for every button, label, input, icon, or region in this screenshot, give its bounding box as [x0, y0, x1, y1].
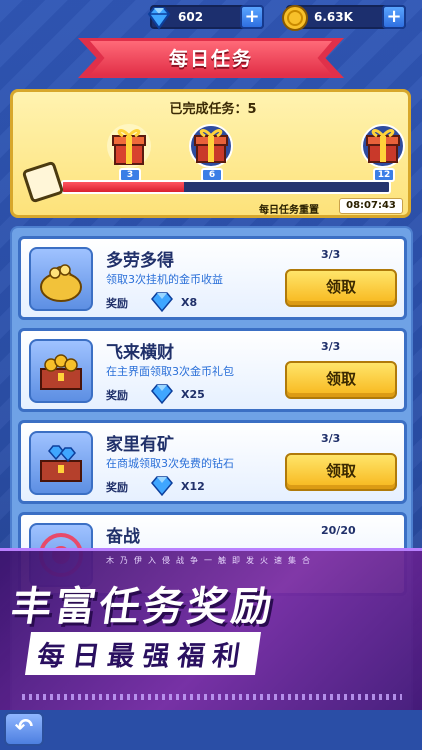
milestone-badge: 6 [201, 168, 223, 182]
gem-icon [151, 384, 173, 405]
milestone-chest-3[interactable]: 3 [103, 122, 155, 182]
add-coins-button[interactable]: + [382, 5, 406, 29]
task-icon-box [29, 247, 93, 311]
gem-amount: 602 [178, 10, 204, 24]
gem-chest-icon [40, 445, 82, 482]
gem-icon [151, 292, 173, 313]
task-description: 在主界面领取3次金币礼包 [106, 365, 234, 378]
task-name: 多劳多得 [106, 251, 174, 271]
task-name: 家里有矿 [106, 435, 174, 455]
milestone-badge: 3 [119, 168, 141, 182]
promo-border [0, 548, 422, 551]
promo-subheadline: 每日最强福利 [24, 632, 262, 675]
reward-label: 奖励 [106, 389, 128, 402]
promo-headline: 丰富任务奖励 [8, 584, 279, 630]
task-card: 多劳多得 领取3次挂机的金币收益 奖励 X8 3/3 领取 [18, 236, 407, 320]
coin-counter: 6.63K + [282, 5, 406, 31]
task-card: 家里有矿 在商城领取3次免费的钻石 奖励 X12 3/3 领取 [18, 420, 407, 504]
coin-chest-icon [40, 354, 82, 390]
claim-button[interactable]: 领取 [285, 361, 397, 399]
claim-button[interactable]: 领取 [285, 269, 397, 307]
promo-tagline: 木乃伊入侵战争一触即发火速集合 [106, 556, 316, 565]
task-description: 在商城领取3次免费的钻石 [106, 457, 234, 470]
promo-divider [22, 694, 402, 700]
reward-label: 奖励 [106, 481, 128, 494]
task-card: 飞来横财 在主界面领取3次金币礼包 奖励 X25 3/3 领取 [18, 328, 407, 412]
back-button[interactable]: ↶ [4, 712, 44, 746]
coin-amount: 6.63K [314, 10, 353, 24]
task-progress: 3/3 [321, 340, 341, 353]
reward-amount: X25 [181, 388, 205, 401]
resource-bar: 602 + 6.63K + [0, 0, 422, 34]
task-progress: 20/20 [321, 524, 356, 537]
bottom-bar [0, 710, 422, 750]
milestone-badge: 12 [373, 168, 395, 182]
task-name: 飞来横财 [106, 343, 174, 363]
task-icon-box [29, 339, 93, 403]
gem-icon [151, 476, 173, 497]
reward-amount: X8 [181, 296, 198, 309]
milestone-chest-6[interactable]: 6 [185, 122, 237, 182]
gift-chest-icon [361, 124, 405, 168]
progress-track [61, 180, 391, 194]
coin-bag-icon [40, 264, 82, 302]
gift-chest-icon [107, 124, 151, 168]
task-progress: 3/3 [321, 432, 341, 445]
daily-progress-panel: 已完成任务：5 3 6 12 每日任务重置 08:07:43 [10, 89, 411, 218]
milestone-chest-12[interactable]: 12 [357, 122, 409, 182]
reset-label: 每日任务重置 [259, 205, 319, 216]
reward-amount: X12 [181, 480, 205, 493]
task-description: 领取3次挂机的金币收益 [106, 273, 223, 286]
gem-icon [147, 7, 171, 30]
task-icon-box [29, 431, 93, 495]
reset-countdown: 08:07:43 [339, 198, 403, 214]
claim-button[interactable]: 领取 [285, 453, 397, 491]
gift-chest-icon [189, 124, 233, 168]
completed-count: 已完成任务：5 [169, 102, 257, 117]
reward-label: 奖励 [106, 297, 128, 310]
add-gems-button[interactable]: + [240, 5, 264, 29]
task-progress: 3/3 [321, 248, 341, 261]
gem-counter: 602 + [147, 5, 264, 30]
progress-fill [63, 182, 184, 192]
task-name: 奋战 [106, 527, 140, 547]
coin-icon [282, 5, 308, 31]
page-title: 每日任务 [168, 48, 253, 70]
